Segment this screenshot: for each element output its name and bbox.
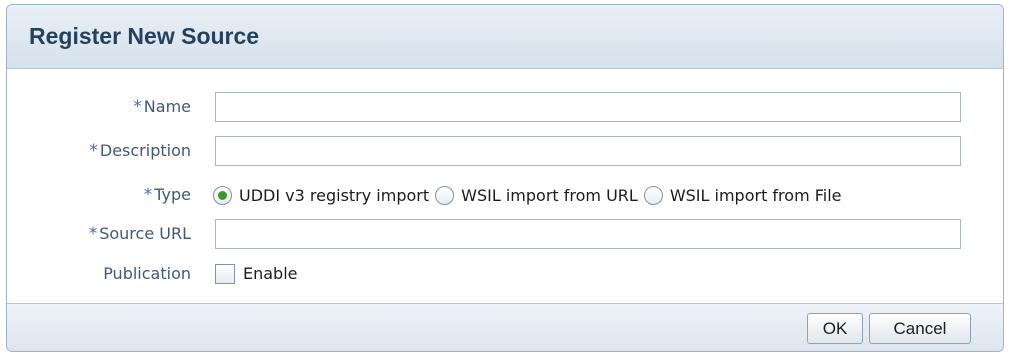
required-marker: * bbox=[89, 141, 98, 161]
enable-checkbox[interactable] bbox=[215, 264, 235, 284]
radio-wsil-url-label[interactable]: WSIL import from URL bbox=[461, 186, 638, 205]
type-label: * Type bbox=[143, 185, 191, 205]
enable-checkbox-label[interactable]: Enable bbox=[243, 259, 298, 289]
type-radio-group: UDDI v3 registry import WSIL import from… bbox=[213, 180, 848, 210]
type-row: * Type UDDI v3 registry import WSIL impor… bbox=[7, 180, 997, 210]
dialog-title: Register New Source bbox=[29, 23, 260, 49]
description-label: * Description bbox=[89, 141, 191, 161]
name-input[interactable] bbox=[215, 92, 961, 122]
required-marker: * bbox=[143, 185, 153, 205]
source-url-row: * Source URL bbox=[7, 219, 997, 249]
required-marker: * bbox=[133, 97, 142, 117]
source-url-label: * Source URL bbox=[88, 224, 191, 244]
publication-row: Publication Enable bbox=[7, 259, 997, 289]
radio-wsil-file[interactable] bbox=[643, 185, 663, 205]
register-new-source-dialog: Register New Source * Name * Description *… bbox=[6, 4, 1004, 352]
name-row: * Name bbox=[7, 92, 997, 122]
dialog-footer: OK Cancel bbox=[7, 303, 1003, 351]
name-label: * Name bbox=[133, 97, 191, 117]
radio-uddi-v3[interactable] bbox=[213, 185, 232, 205]
publication-label: Publication bbox=[103, 264, 191, 283]
cancel-button[interactable]: Cancel bbox=[869, 313, 971, 344]
radio-wsil-url[interactable] bbox=[435, 185, 455, 205]
dialog-title-bar: Register New Source bbox=[7, 5, 1003, 69]
ok-button[interactable]: OK bbox=[807, 313, 863, 344]
required-marker: * bbox=[88, 224, 98, 244]
description-input[interactable] bbox=[215, 136, 961, 166]
radio-wsil-file-label[interactable]: WSIL import from File bbox=[670, 186, 842, 205]
source-url-input[interactable] bbox=[215, 219, 961, 249]
radio-uddi-v3-label[interactable]: UDDI v3 registry import bbox=[239, 186, 429, 205]
description-row: * Description bbox=[7, 136, 997, 166]
